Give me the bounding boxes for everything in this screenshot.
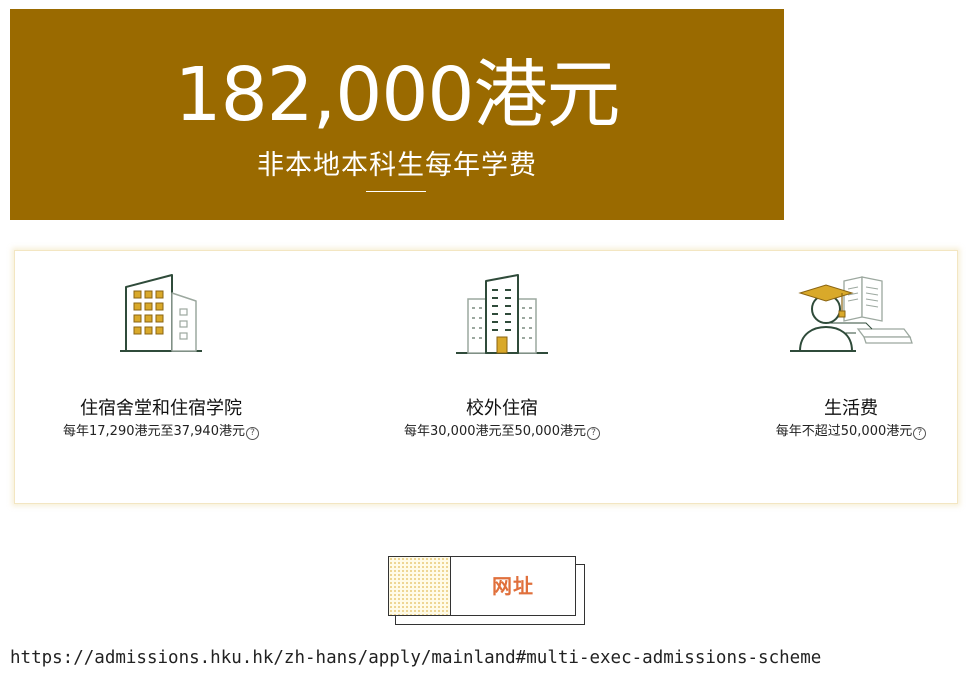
cost-title: 生活费 — [824, 398, 878, 419]
cost-description: 每年17,290港元至37,940港元? — [11, 423, 311, 441]
cost-item-halls: 住宿舍堂和住宿学院 每年17,290港元至37,940港元? — [11, 251, 311, 503]
tuition-banner: 182,000港元 非本地本科生每年学费 — [10, 9, 784, 220]
cost-description: 每年不超过50,000港元? — [701, 423, 969, 441]
website-button[interactable]: 网址 — [388, 556, 576, 616]
help-icon[interactable]: ? — [245, 427, 259, 440]
help-icon[interactable]: ? — [913, 427, 927, 440]
cost-title: 住宿舍堂和住宿学院 — [80, 398, 242, 419]
button-pattern — [389, 557, 451, 615]
cost-item-living: 生活费 每年不超过50,000港元? — [701, 251, 969, 503]
cost-title: 校外住宿 — [466, 398, 538, 419]
cost-item-off-campus: 校外住宿 每年30,000港元至50,000港元? — [352, 251, 652, 503]
tuition-amount: 182,000港元 — [174, 52, 620, 138]
admissions-url[interactable]: https://admissions.hku.hk/zh-hans/apply/… — [10, 646, 821, 670]
website-button-label[interactable]: 网址 — [451, 557, 575, 615]
graduate-icon — [701, 271, 969, 361]
tuition-subtitle: 非本地本科生每年学费 — [257, 150, 537, 181]
help-icon[interactable]: ? — [586, 427, 600, 440]
skyscraper-icon — [352, 271, 652, 361]
building-icon — [11, 271, 311, 361]
banner-divider — [366, 191, 426, 192]
cost-description: 每年30,000港元至50,000港元? — [352, 423, 652, 441]
living-cost-card: 住宿舍堂和住宿学院 每年17,290港元至37,940港元? 校外住宿 每年30… — [14, 250, 958, 504]
